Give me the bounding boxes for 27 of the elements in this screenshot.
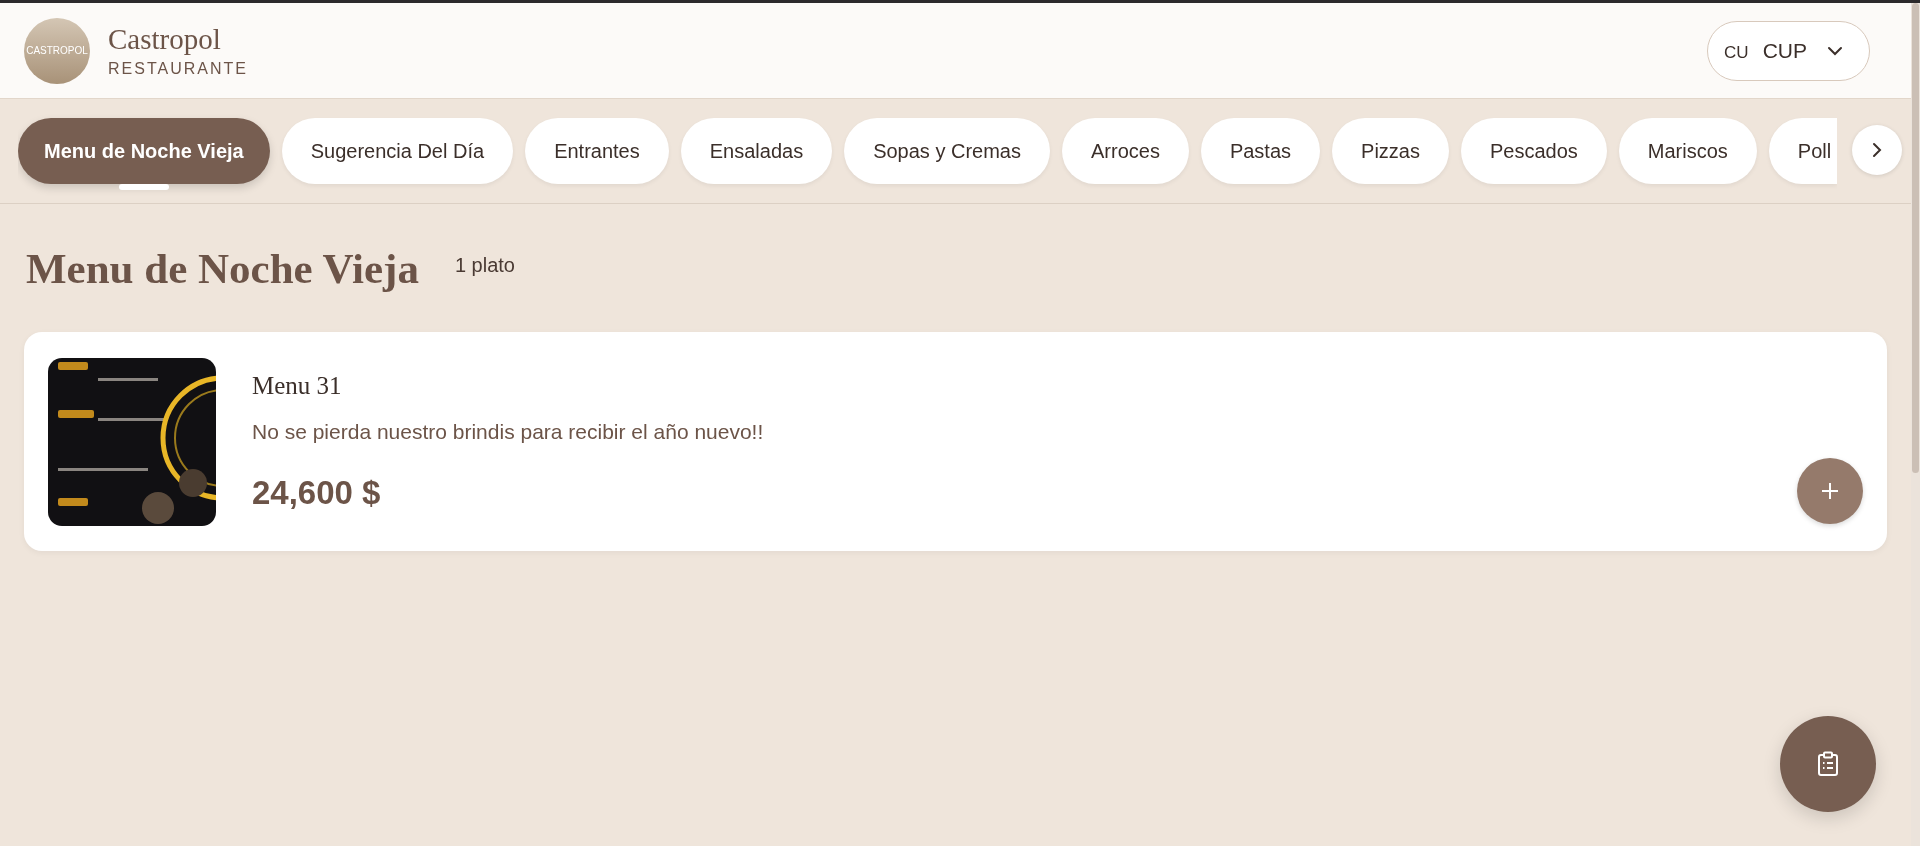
category-tab[interactable]: Pescados [1460,118,1607,184]
plus-icon [1820,481,1840,501]
dish-count: 1 plato [454,253,515,277]
section-title: Menu de Noche Vieja [26,243,419,293]
dish-name: Menu 31 [252,371,343,400]
category-tab[interactable]: Pizzas [1332,118,1449,184]
dish-description: No se pierda nuestro brindis para recibir el año nuevo!! [252,419,764,444]
clipboard-icon [1817,751,1839,777]
category-tab[interactable]: Arroces [1062,118,1189,184]
scrollbar-thumb[interactable] [1912,3,1919,473]
category-tab[interactable]: Poll [1768,118,1838,184]
currency-select[interactable]: CU CUP [1707,20,1870,81]
chevron-down-icon [1827,45,1843,56]
category-tab[interactable]: Ensaladas [680,118,833,184]
logo-text: CASTROPOL [26,45,88,56]
dish-price: 24,600 $ [252,473,382,512]
category-tab[interactable]: Pastas [1200,118,1321,184]
restaurant-name: Castropol [108,23,222,56]
chevron-right-icon [1871,141,1883,159]
restaurant-subtitle: RESTAURANTE [108,60,248,78]
category-tab[interactable]: Mariscos [1618,118,1757,184]
active-tab-indicator [118,184,169,190]
category-tab[interactable]: Sugerencia Del Día [281,118,514,184]
category-tab[interactable]: Menu de Noche Vieja [18,118,270,184]
category-tab[interactable]: Entrantes [525,118,669,184]
add-button[interactable] [1797,458,1863,524]
category-tab[interactable]: Sopas y Cremas [844,118,1050,184]
